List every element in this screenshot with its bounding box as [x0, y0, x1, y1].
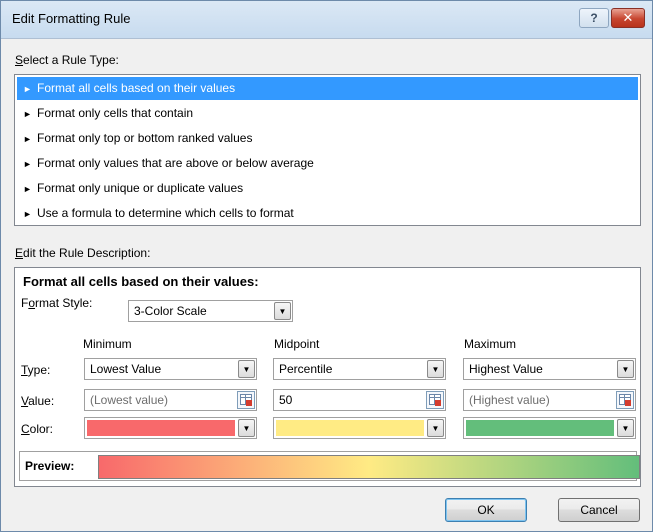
- minimum-value-field[interactable]: (Lowest value): [84, 389, 257, 411]
- triangle-right-icon: ►: [23, 209, 32, 219]
- collapse-dialog-icon[interactable]: [237, 391, 255, 409]
- minimum-color-swatch: [87, 420, 235, 436]
- triangle-right-icon: ►: [23, 109, 32, 119]
- chevron-down-icon[interactable]: ▼: [617, 360, 634, 378]
- midpoint-color-swatch: [276, 420, 424, 436]
- title-bar: Edit Formatting Rule ? ✕: [1, 1, 652, 39]
- triangle-right-icon: ►: [23, 84, 32, 94]
- chevron-down-icon[interactable]: ▼: [427, 419, 444, 437]
- maximum-header: Maximum: [464, 337, 517, 351]
- midpoint-type-dropdown[interactable]: Percentile ▼: [273, 358, 446, 380]
- edit-rule-description-label: Edit the Rule Description:: [15, 246, 151, 260]
- edit-formatting-rule-dialog: Edit Formatting Rule ? ✕ Select a Rule T…: [0, 0, 653, 532]
- preview-label: Preview:: [25, 459, 75, 473]
- chevron-down-icon[interactable]: ▼: [238, 360, 255, 378]
- chevron-down-icon[interactable]: ▼: [238, 419, 255, 437]
- collapse-dialog-icon[interactable]: [616, 391, 634, 409]
- midpoint-value-field[interactable]: 50: [273, 389, 446, 411]
- maximum-value-field[interactable]: (Highest value): [463, 389, 636, 411]
- cancel-button[interactable]: Cancel: [558, 498, 640, 522]
- color-row-label: Color:: [21, 422, 54, 436]
- chevron-down-icon[interactable]: ▼: [274, 302, 291, 320]
- format-style-label: Format Style:: [21, 296, 93, 310]
- type-row-label: Type:: [21, 363, 51, 377]
- rule-type-item[interactable]: ► Format only unique or duplicate values: [17, 177, 638, 200]
- dialog-title: Edit Formatting Rule: [12, 11, 131, 26]
- triangle-right-icon: ►: [23, 159, 32, 169]
- triangle-right-icon: ►: [23, 184, 32, 194]
- close-icon: ✕: [622, 10, 634, 25]
- format-style-dropdown[interactable]: 3-Color Scale ▼: [128, 300, 293, 322]
- close-button[interactable]: ✕: [611, 8, 645, 28]
- select-rule-type-label: Select a Rule Type:: [15, 53, 119, 67]
- help-icon: ?: [590, 11, 598, 25]
- chevron-down-icon[interactable]: ▼: [427, 360, 444, 378]
- color-scale-preview: [98, 455, 640, 479]
- collapse-dialog-icon[interactable]: [426, 391, 444, 409]
- triangle-right-icon: ►: [23, 134, 32, 144]
- value-row-label: Value:: [21, 394, 55, 408]
- rule-type-item[interactable]: ► Format only values that are above or be…: [17, 152, 638, 175]
- rule-type-item[interactable]: ► Format all cells based on their values: [17, 77, 638, 100]
- minimum-type-dropdown[interactable]: Lowest Value ▼: [84, 358, 257, 380]
- rule-type-list[interactable]: ► Format all cells based on their values …: [14, 74, 641, 226]
- chevron-down-icon[interactable]: ▼: [617, 419, 634, 437]
- maximum-color-swatch: [466, 420, 614, 436]
- preview-row: Preview:: [19, 451, 640, 481]
- minimum-header: Minimum: [83, 337, 132, 351]
- rule-type-item[interactable]: ► Format only top or bottom ranked values: [17, 127, 638, 150]
- rule-description-panel: Format all cells based on their values: …: [14, 267, 641, 487]
- midpoint-header: Midpoint: [274, 337, 320, 351]
- ok-button[interactable]: OK: [445, 498, 527, 522]
- help-button[interactable]: ?: [579, 8, 609, 28]
- midpoint-color-picker[interactable]: ▼: [273, 417, 446, 439]
- rule-type-item[interactable]: ► Use a formula to determine which cells …: [17, 202, 638, 225]
- description-heading: Format all cells based on their values:: [23, 274, 259, 289]
- rule-type-item[interactable]: ► Format only cells that contain: [17, 102, 638, 125]
- maximum-color-picker[interactable]: ▼: [463, 417, 636, 439]
- maximum-type-dropdown[interactable]: Highest Value ▼: [463, 358, 636, 380]
- minimum-color-picker[interactable]: ▼: [84, 417, 257, 439]
